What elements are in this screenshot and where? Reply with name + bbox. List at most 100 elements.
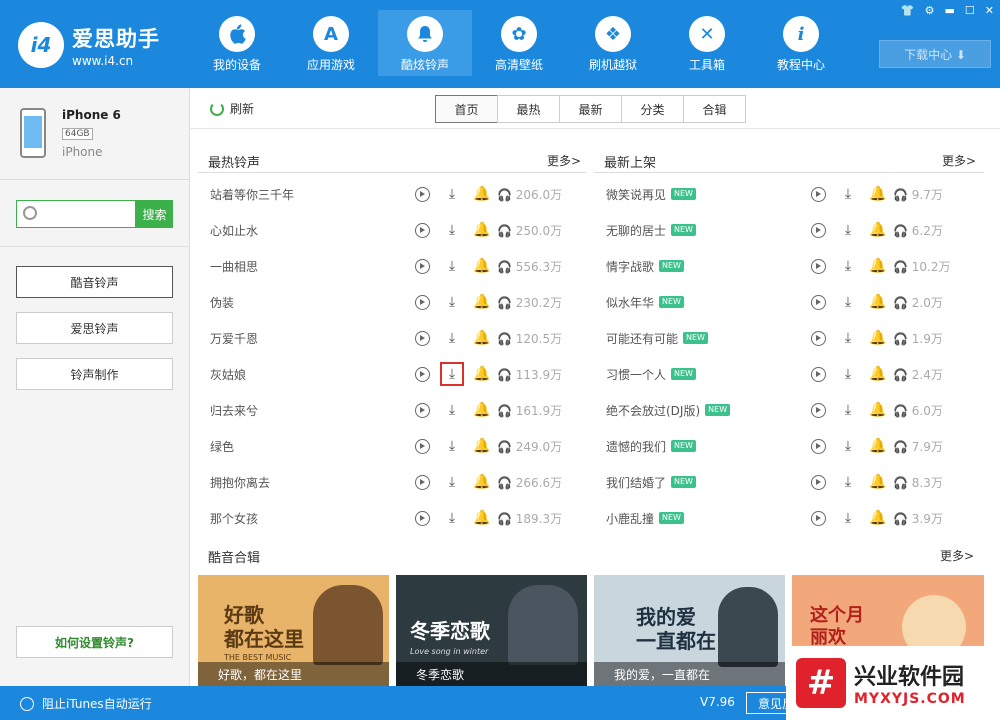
- set-ringtone-bell-icon[interactable]: 🔔: [869, 473, 887, 491]
- set-ringtone-bell-icon[interactable]: 🔔: [473, 185, 491, 203]
- set-ringtone-bell-icon[interactable]: 🔔: [869, 221, 887, 239]
- play-icon[interactable]: [809, 293, 827, 311]
- set-ringtone-bell-icon[interactable]: 🔔: [869, 509, 887, 527]
- set-ringtone-bell-icon[interactable]: 🔔: [473, 365, 491, 383]
- play-icon[interactable]: [413, 293, 431, 311]
- nav-my-device[interactable]: 我的设备: [190, 10, 284, 76]
- play-icon[interactable]: [809, 221, 827, 239]
- ringtone-name[interactable]: 似水年华: [606, 294, 654, 311]
- set-ringtone-bell-icon[interactable]: 🔔: [473, 401, 491, 419]
- albums-more-link[interactable]: 更多>: [940, 547, 974, 564]
- settings-icon[interactable]: ⚙: [925, 4, 935, 17]
- download-icon[interactable]: ⤓: [443, 437, 461, 455]
- set-ringtone-bell-icon[interactable]: 🔔: [473, 257, 491, 275]
- set-ringtone-bell-icon[interactable]: 🔔: [869, 401, 887, 419]
- download-icon[interactable]: ⤓: [839, 473, 857, 491]
- download-icon[interactable]: ⤓: [839, 221, 857, 239]
- search-button[interactable]: 搜索: [136, 200, 173, 228]
- play-icon[interactable]: [413, 329, 431, 347]
- download-icon[interactable]: ⤓: [839, 185, 857, 203]
- play-icon[interactable]: [809, 365, 827, 383]
- album-card[interactable]: 冬季恋歌 Love song in winter 冬季恋歌: [396, 575, 587, 686]
- download-icon[interactable]: ⤓: [443, 185, 461, 203]
- download-icon[interactable]: ⤓: [839, 401, 857, 419]
- play-icon[interactable]: [413, 509, 431, 527]
- howto-set-ringtone-button[interactable]: 如何设置铃声?: [16, 626, 173, 658]
- play-icon[interactable]: [809, 509, 827, 527]
- ringtone-name[interactable]: 绿色: [210, 438, 234, 455]
- ringtone-name[interactable]: 伪装: [210, 294, 234, 311]
- tab-category[interactable]: 分类: [621, 95, 684, 123]
- ringtone-name[interactable]: 习惯一个人: [606, 366, 666, 383]
- minimize-icon[interactable]: ▬: [945, 4, 955, 17]
- tab-newest[interactable]: 最新: [559, 95, 622, 123]
- nav-tutorials[interactable]: i 教程中心: [754, 10, 848, 76]
- nav-ringtones[interactable]: 酷炫铃声: [378, 10, 472, 76]
- play-icon[interactable]: [413, 437, 431, 455]
- ringtone-name[interactable]: 拥抱你离去: [210, 474, 270, 491]
- download-icon[interactable]: ⤓: [443, 221, 461, 239]
- ringtone-name[interactable]: 站着等你三千年: [210, 186, 294, 203]
- set-ringtone-bell-icon[interactable]: 🔔: [473, 509, 491, 527]
- download-icon[interactable]: ⤓: [839, 293, 857, 311]
- set-ringtone-bell-icon[interactable]: 🔔: [869, 257, 887, 275]
- play-icon[interactable]: [809, 473, 827, 491]
- download-icon[interactable]: ⤓: [440, 362, 464, 386]
- play-icon[interactable]: [809, 257, 827, 275]
- ringtone-name[interactable]: 可能还有可能: [606, 330, 678, 347]
- set-ringtone-bell-icon[interactable]: 🔔: [869, 365, 887, 383]
- ringtone-name[interactable]: 归去来兮: [210, 402, 258, 419]
- side-menu-i4-ringtones[interactable]: 爱思铃声: [16, 312, 173, 344]
- search-input[interactable]: [16, 200, 136, 228]
- ringtone-name[interactable]: 那个女孩: [210, 510, 258, 527]
- play-icon[interactable]: [413, 401, 431, 419]
- ringtone-name[interactable]: 情字战歌: [606, 258, 654, 275]
- download-icon[interactable]: ⤓: [443, 473, 461, 491]
- set-ringtone-bell-icon[interactable]: 🔔: [473, 329, 491, 347]
- block-itunes-toggle[interactable]: 阻止iTunes自动运行: [20, 695, 152, 712]
- tab-hottest[interactable]: 最热: [497, 95, 560, 123]
- nav-apps-games[interactable]: A 应用游戏: [284, 10, 378, 76]
- download-icon[interactable]: ⤓: [839, 437, 857, 455]
- ringtone-name[interactable]: 无聊的居士: [606, 222, 666, 239]
- maximize-icon[interactable]: ☐: [965, 4, 975, 17]
- hot-more-link[interactable]: 更多>: [547, 152, 581, 169]
- set-ringtone-bell-icon[interactable]: 🔔: [869, 329, 887, 347]
- play-icon[interactable]: [809, 437, 827, 455]
- close-icon[interactable]: ✕: [985, 4, 994, 17]
- ringtone-name[interactable]: 一曲相思: [210, 258, 258, 275]
- download-icon[interactable]: ⤓: [839, 329, 857, 347]
- play-icon[interactable]: [809, 185, 827, 203]
- download-icon[interactable]: ⤓: [443, 257, 461, 275]
- ringtone-name[interactable]: 绝不会放过(DJ版): [606, 402, 700, 419]
- play-icon[interactable]: [413, 257, 431, 275]
- ringtone-name[interactable]: 灰姑娘: [210, 366, 246, 383]
- set-ringtone-bell-icon[interactable]: 🔔: [473, 437, 491, 455]
- album-card[interactable]: 我的爱 一直都在 我的爱，一直都在: [594, 575, 785, 686]
- play-icon[interactable]: [413, 221, 431, 239]
- refresh-button[interactable]: 刷新: [210, 100, 254, 117]
- set-ringtone-bell-icon[interactable]: 🔔: [869, 437, 887, 455]
- tab-collections[interactable]: 合辑: [683, 95, 746, 123]
- tab-home[interactable]: 首页: [435, 95, 498, 123]
- download-icon[interactable]: ⤓: [839, 509, 857, 527]
- nav-toolbox[interactable]: ✕ 工具箱: [660, 10, 754, 76]
- ringtone-name[interactable]: 万爱千恩: [210, 330, 258, 347]
- ringtone-name[interactable]: 微笑说再见: [606, 186, 666, 203]
- side-menu-make-ringtone[interactable]: 铃声制作: [16, 358, 173, 390]
- set-ringtone-bell-icon[interactable]: 🔔: [869, 293, 887, 311]
- latest-more-link[interactable]: 更多>: [942, 152, 976, 169]
- ringtone-name[interactable]: 心如止水: [210, 222, 258, 239]
- ringtone-name[interactable]: 遗憾的我们: [606, 438, 666, 455]
- ringtone-name[interactable]: 我们结婚了: [606, 474, 666, 491]
- download-icon[interactable]: ⤓: [443, 401, 461, 419]
- download-icon[interactable]: ⤓: [443, 293, 461, 311]
- download-icon[interactable]: ⤓: [839, 365, 857, 383]
- side-menu-kuyin[interactable]: 酷音铃声: [16, 266, 173, 298]
- play-icon[interactable]: [413, 365, 431, 383]
- download-icon[interactable]: ⤓: [443, 329, 461, 347]
- set-ringtone-bell-icon[interactable]: 🔔: [473, 473, 491, 491]
- play-icon[interactable]: [413, 473, 431, 491]
- nav-flash-jailbreak[interactable]: ❖ 刷机越狱: [566, 10, 660, 76]
- download-icon[interactable]: ⤓: [839, 257, 857, 275]
